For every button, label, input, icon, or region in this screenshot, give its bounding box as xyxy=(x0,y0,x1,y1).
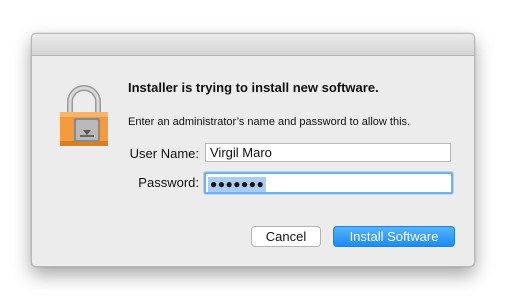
username-label: User Name: xyxy=(129,146,199,161)
dialog-heading: Installer is trying to install new softw… xyxy=(128,80,379,95)
password-masked-value: ●●●●●●● xyxy=(208,177,267,192)
password-field[interactable]: ●●●●●●● xyxy=(204,172,453,194)
password-label: Password: xyxy=(138,175,199,190)
username-value: Virgil Maro xyxy=(210,145,272,160)
username-field[interactable]: Virgil Maro xyxy=(205,143,451,162)
dialog-titlebar[interactable] xyxy=(32,34,474,56)
install-software-button[interactable]: Install Software xyxy=(333,226,455,247)
installer-lock-icon xyxy=(58,84,110,148)
cancel-button[interactable]: Cancel xyxy=(251,226,321,247)
auth-dialog: Installer is trying to install new softw… xyxy=(31,33,475,267)
dialog-info-text: Enter an administrator’s name and passwo… xyxy=(128,116,411,128)
